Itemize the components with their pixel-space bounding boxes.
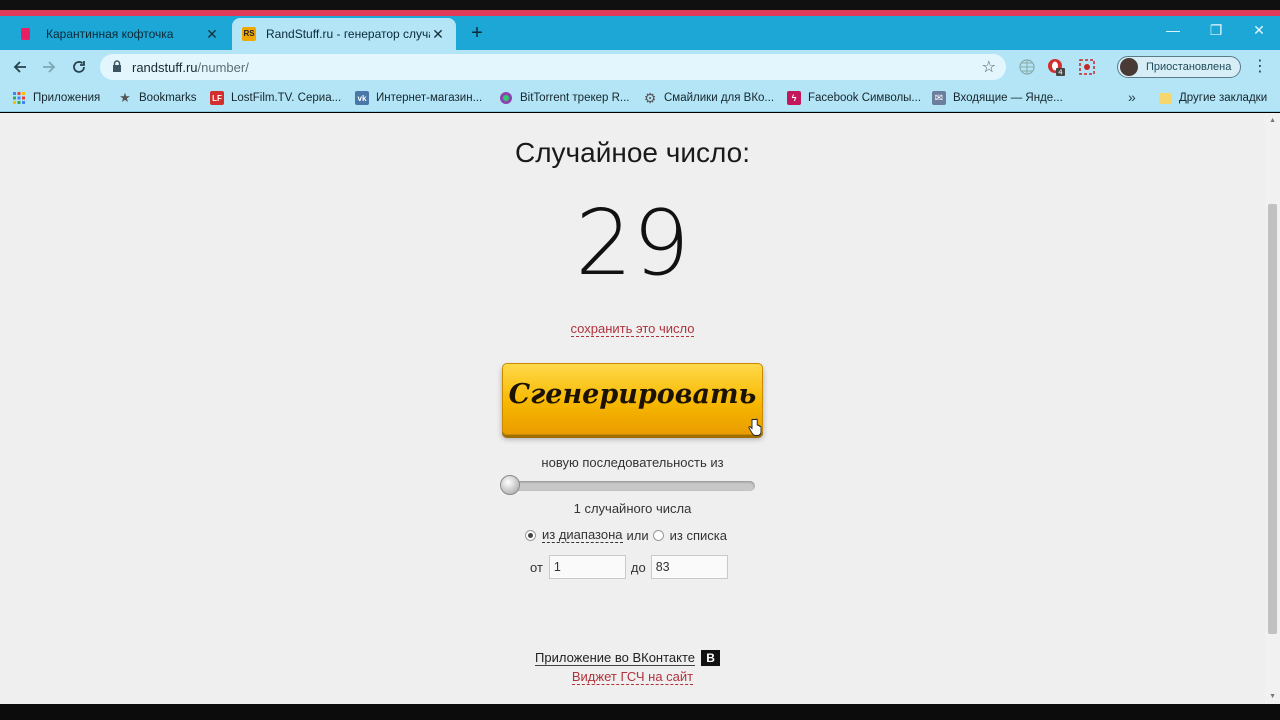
- count-label: 1 случайного числа: [573, 501, 692, 516]
- bookmark-lostfilm[interactable]: LF LostFilm.TV. Сериа...: [210, 89, 341, 107]
- gear-icon: ⚙: [643, 89, 657, 106]
- bookmark-label: LostFilm.TV. Сериа...: [231, 92, 342, 104]
- range-option-label[interactable]: из диапазона: [542, 527, 623, 543]
- tab-title: RandStuff.ru - генератор случай: [266, 27, 430, 41]
- bookmark-label: Приложения: [33, 92, 101, 104]
- mail-icon: ✉: [932, 91, 946, 105]
- tab-close-icon[interactable]: ✕: [204, 26, 220, 43]
- bookmark-label: Bookmarks: [139, 92, 197, 104]
- tab-favicon-icon: RS: [242, 27, 256, 41]
- vk-app-row: Приложение во ВКонтакте В: [535, 650, 721, 666]
- close-window-button[interactable]: ✕: [1244, 22, 1274, 44]
- bookmark-label: Facebook Символы...: [808, 92, 922, 104]
- bookmark-bookmarks[interactable]: ★ Bookmarks: [118, 89, 197, 107]
- to-input[interactable]: [650, 555, 728, 579]
- bookmark-label: BitTorrent трекер R...: [520, 92, 630, 104]
- range-inputs: от до: [530, 554, 728, 580]
- or-text: или: [626, 527, 649, 543]
- bittorrent-icon: [500, 92, 512, 104]
- bookmark-label: Входящие — Янде...: [953, 92, 1063, 104]
- lock-icon: [113, 60, 121, 72]
- reload-icon: [73, 61, 85, 73]
- bookmark-apps[interactable]: Приложения: [12, 89, 100, 107]
- browser-menu-icon[interactable]: ⋮: [1252, 56, 1268, 78]
- save-number-row: сохранить это число: [0, 321, 1265, 337]
- tab-title: Карантинная кофточка: [46, 27, 174, 41]
- scroll-up-icon[interactable]: ▲: [1269, 117, 1276, 124]
- svg-text:4: 4: [1058, 69, 1063, 77]
- scrollbar[interactable]: ▲ ▼: [1265, 113, 1280, 704]
- bookmark-vk-shop[interactable]: vk Интернет-магазин...: [355, 89, 482, 107]
- count-slider-track[interactable]: [502, 481, 755, 491]
- vk-icon: vk: [355, 91, 369, 105]
- bookmark-label: Другие закладки: [1179, 92, 1268, 104]
- count-slider-handle[interactable]: [500, 475, 520, 495]
- to-label: до: [630, 559, 646, 575]
- address-bar[interactable]: randstuff.ru/number/ ☆: [100, 54, 1006, 80]
- new-tab-button[interactable]: +: [466, 23, 488, 45]
- facebook-symbols-icon: ϟ: [787, 91, 801, 105]
- from-input[interactable]: [548, 555, 626, 579]
- scrollbar-thumb[interactable]: [1268, 204, 1277, 634]
- tab-randstuff[interactable]: RS RandStuff.ru - генератор случай ✕: [232, 18, 456, 50]
- url-text: randstuff.ru/number/: [132, 60, 249, 75]
- hand-cursor-icon: [748, 418, 762, 436]
- minimize-button[interactable]: —: [1158, 22, 1188, 44]
- reload-button[interactable]: [67, 56, 91, 78]
- source-options: из диапазона или из списка: [525, 527, 727, 543]
- arrow-left-icon: [13, 61, 26, 73]
- apps-grid-icon: [13, 92, 25, 104]
- bookmark-yandex-mail[interactable]: ✉ Входящие — Янде...: [932, 89, 1063, 107]
- random-number: 29: [575, 191, 690, 296]
- page-title: Случайное число:: [515, 137, 750, 168]
- opera-extension-icon[interactable]: 4: [1047, 58, 1065, 76]
- star-icon: ★: [119, 90, 131, 105]
- restore-button[interactable]: ❐: [1201, 22, 1231, 44]
- bookmark-label: Смайлики для ВКо...: [664, 92, 775, 104]
- from-label: от: [530, 559, 543, 575]
- list-radio[interactable]: [652, 529, 664, 541]
- url-host: randstuff.ru: [132, 60, 198, 75]
- screen-bottom-border: [0, 704, 1280, 720]
- browser-toolbar: randstuff.ru/number/ ☆ 4 Приостановлена …: [0, 50, 1280, 84]
- profile-status: Приостановлена: [1146, 61, 1232, 73]
- back-button[interactable]: [8, 56, 32, 78]
- vk-badge-icon: В: [701, 650, 721, 666]
- bookmarks-overflow-button[interactable]: »: [1128, 89, 1136, 105]
- tab-favicon-icon: [21, 28, 30, 40]
- widget-link[interactable]: Виджет ГСЧ на сайт: [571, 669, 694, 685]
- save-number-link[interactable]: сохранить это число: [570, 321, 695, 337]
- bookmark-label: Интернет-магазин...: [376, 92, 483, 104]
- tab-close-icon[interactable]: ✕: [430, 26, 446, 43]
- grid-extension-icon[interactable]: [1018, 58, 1036, 76]
- folder-icon: [1159, 92, 1172, 104]
- lostfilm-icon: LF: [210, 91, 224, 105]
- screen-top-border: [0, 0, 1280, 10]
- bookmark-facebook-symbols[interactable]: ϟ Facebook Символы...: [787, 89, 921, 107]
- tab-strip: Карантинная кофточка ✕ RS RandStuff.ru -…: [0, 16, 1280, 50]
- forward-button[interactable]: [37, 56, 61, 78]
- widget-row: Виджет ГСЧ на сайт: [0, 669, 1265, 685]
- bookmark-bittorrent[interactable]: BitTorrent трекер R...: [499, 89, 630, 107]
- avatar: [1120, 58, 1138, 76]
- arrow-right-icon: [43, 61, 56, 73]
- scroll-down-icon[interactable]: ▼: [1269, 693, 1276, 700]
- range-radio[interactable]: [525, 529, 536, 541]
- page-content: Случайное число: 29 сохранить это число …: [0, 113, 1280, 704]
- bookmark-other-folder[interactable]: Другие закладки: [1159, 89, 1267, 107]
- bookmark-smiles[interactable]: ⚙ Смайлики для ВКо...: [643, 89, 774, 107]
- sequence-label: новую последовательность из: [541, 455, 724, 470]
- bookmark-star-icon[interactable]: ☆: [982, 57, 996, 77]
- list-option-label[interactable]: из списка: [670, 528, 727, 543]
- url-path: /number/: [197, 60, 249, 75]
- profile-button[interactable]: Приостановлена: [1117, 56, 1241, 78]
- generate-button[interactable]: Сгенерировать: [502, 363, 763, 435]
- screenshot-extension-icon[interactable]: [1078, 58, 1096, 76]
- vk-app-link[interactable]: Приложение во ВКонтакте: [535, 650, 696, 666]
- bookmarks-bar: Приложения ★ Bookmarks LF LostFilm.TV. С…: [0, 84, 1280, 112]
- tab-karantinnaya[interactable]: Карантинная кофточка ✕: [8, 18, 230, 50]
